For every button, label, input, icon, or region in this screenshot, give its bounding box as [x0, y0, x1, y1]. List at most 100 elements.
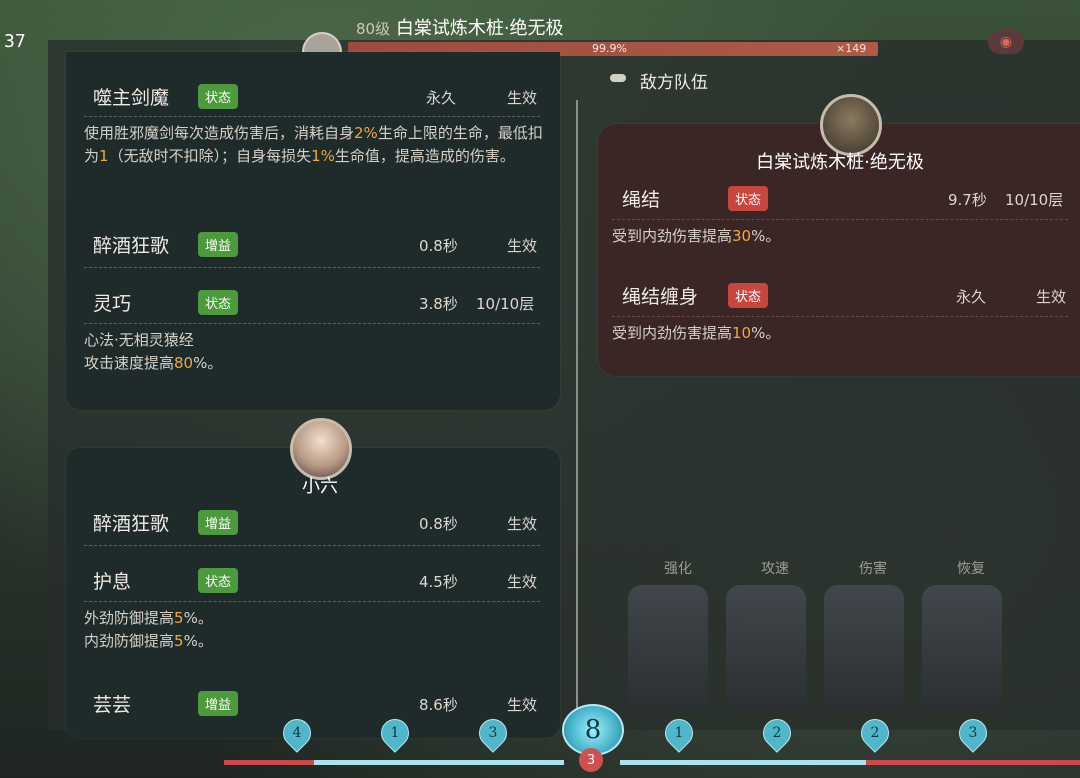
buff-name: 护息	[93, 570, 132, 593]
buff-row: 绳结缠身	[622, 280, 698, 310]
buff-duration: 9.7秒	[948, 191, 987, 209]
buff-row: 护息	[93, 565, 131, 595]
separator	[84, 601, 540, 603]
desc-line: 内劲防御提高5%。	[84, 630, 544, 653]
buff-name: 绳结缠身	[622, 285, 699, 308]
desc-text: %。	[183, 632, 213, 650]
buff-effect: 10/10层	[1005, 191, 1064, 209]
buff-effect: 生效	[1036, 288, 1067, 306]
buff-duration: 永久	[956, 288, 987, 306]
buff-duration: 永久	[426, 89, 457, 107]
desc-highlight: 1%	[311, 147, 335, 165]
desc-line: 外劲防御提高5%。	[84, 607, 544, 630]
buff-tag: 状态	[198, 84, 239, 109]
desc-text: %。	[193, 354, 223, 372]
separator	[84, 267, 540, 269]
buff-description: 心法·无相灵猿经 攻击速度提高80%。	[84, 329, 544, 375]
sub-counter: 3	[579, 748, 603, 772]
desc-highlight: 5	[174, 609, 184, 627]
energy-bar-left-red	[224, 760, 314, 765]
buff-row: 噬主剑魔	[93, 81, 169, 111]
desc-text: 受到内劲伤害提高	[612, 227, 733, 245]
buff-name: 绳结	[622, 188, 661, 211]
buff-description: 受到内劲伤害提高30%。	[612, 225, 1072, 248]
buff-effect: 生效	[507, 696, 538, 714]
buff-tag: 状态	[198, 568, 239, 593]
buff-name: 醉酒狂歌	[93, 512, 170, 535]
desc-highlight: 1	[99, 147, 109, 165]
separator	[84, 323, 540, 325]
buff-row: 绳结	[622, 183, 660, 213]
enemy-toggle[interactable]	[610, 74, 626, 82]
buff-effect: 10/10层	[476, 295, 535, 313]
separator	[612, 219, 1068, 221]
boss-name: 白棠试炼木桩·绝无极	[395, 18, 564, 39]
category-label: 强化	[664, 561, 692, 577]
buff-name: 灵巧	[93, 292, 132, 315]
target-icon[interactable]: ◉	[988, 30, 1024, 54]
fps-counter: 37	[4, 31, 26, 52]
gem-value: 1	[674, 725, 684, 741]
buff-duration: 3.8秒	[419, 295, 458, 313]
buff-row: 灵巧	[93, 287, 131, 317]
buff-tag: 增益	[198, 691, 239, 716]
buff-duration: 4.5秒	[419, 573, 458, 591]
category-label: 伤害	[859, 561, 887, 577]
boss-level: 80级	[356, 20, 391, 38]
desc-text: %。	[183, 609, 213, 627]
buff-effect: 生效	[507, 89, 538, 107]
character-card[interactable]	[824, 585, 904, 710]
enemy-avatar	[820, 94, 882, 156]
gem-value: 3	[968, 725, 978, 741]
separator	[84, 545, 540, 547]
buff-row: 醉酒狂歌	[93, 229, 169, 259]
buff-effect: 生效	[507, 573, 538, 591]
buff-tag: 状态	[198, 290, 239, 315]
desc-line: 攻击速度提高80%。	[84, 352, 544, 375]
enemy-section-label: 敌方队伍	[640, 73, 708, 93]
desc-text: 受到内劲伤害提高	[612, 324, 733, 342]
buff-tag: 状态	[728, 283, 769, 308]
category-label: 恢复	[957, 561, 985, 577]
desc-text: %。	[751, 324, 781, 342]
gem-value: 4	[292, 725, 302, 741]
buff-tag: 状态	[728, 186, 769, 211]
desc-highlight: 80	[174, 354, 194, 372]
desc-highlight: 2%	[354, 124, 378, 142]
desc-text: %。	[751, 227, 781, 245]
desc-text: 外劲防御提高	[84, 609, 175, 627]
buff-effect: 生效	[507, 515, 538, 533]
desc-text: 攻击速度提高	[84, 354, 175, 372]
gem-value: 1	[390, 725, 400, 741]
desc-text: 生命值，提高造成的伤害。	[334, 147, 515, 165]
buff-effect: 生效	[507, 237, 538, 255]
category-label: 攻速	[761, 561, 789, 577]
desc-text: 内劲防御提高	[84, 632, 175, 650]
buff-row: 醉酒狂歌	[93, 507, 169, 537]
desc-highlight: 10	[732, 324, 752, 342]
boss-hp-multiplier: ×149	[836, 42, 867, 55]
character-card[interactable]	[726, 585, 806, 710]
gem-value: 3	[488, 725, 498, 741]
buff-description: 受到内劲伤害提高10%。	[612, 322, 1072, 345]
buff-duration: 8.6秒	[419, 696, 458, 714]
buff-description: 使用胜邪魔剑每次造成伤害后，消耗自身2%生命上限的生命，最低扣为1（无敌时不扣除…	[84, 122, 554, 168]
panel-divider	[576, 100, 578, 720]
enemy-name: 白棠试炼木桩·绝无极	[756, 152, 924, 173]
desc-highlight: 5	[174, 632, 184, 650]
character-avatar-xiaoliu	[290, 418, 352, 480]
buff-description: 外劲防御提高5%。 内劲防御提高5%。	[84, 607, 544, 653]
buff-row: 芸芸	[93, 688, 131, 718]
buff-name: 醉酒狂歌	[93, 234, 170, 257]
desc-text: 使用胜邪魔剑每次造成伤害后，消耗自身	[84, 124, 355, 142]
character-card[interactable]	[628, 585, 708, 710]
desc-highlight: 30	[732, 227, 752, 245]
character-name: 小六	[302, 476, 338, 497]
character-card[interactable]	[922, 585, 1002, 710]
buff-tag: 增益	[198, 232, 239, 257]
gem-value: 2	[870, 725, 880, 741]
gem-value: 2	[772, 725, 782, 741]
buff-name: 噬主剑魔	[93, 86, 170, 109]
buff-duration: 0.8秒	[419, 515, 458, 533]
buff-name: 芸芸	[93, 693, 132, 716]
